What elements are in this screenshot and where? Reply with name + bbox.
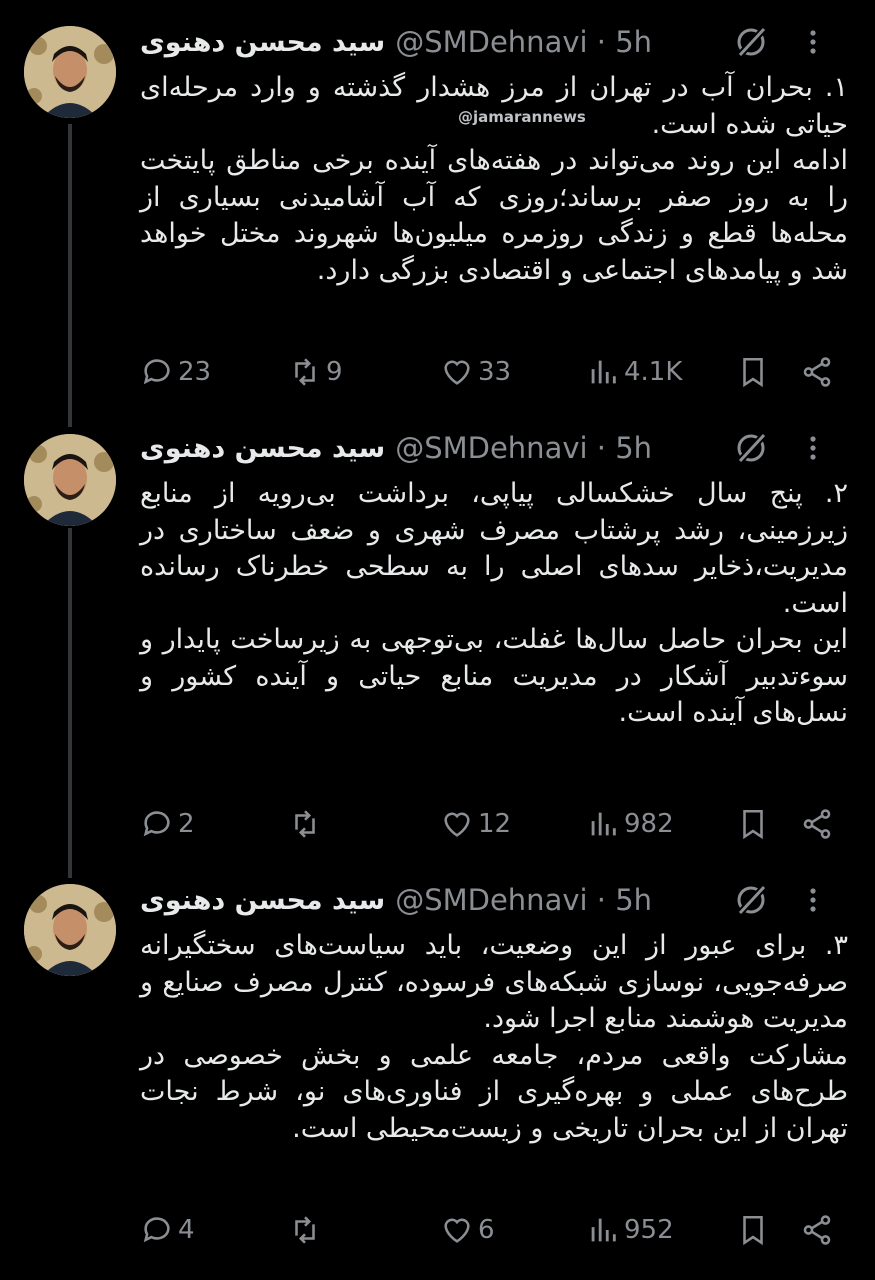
like-button[interactable]: 6 [440, 1210, 495, 1250]
views-button[interactable]: 952 [586, 1210, 674, 1250]
reply-icon [143, 811, 170, 837]
retweet-button[interactable] [288, 804, 326, 844]
retweet-icon [295, 810, 315, 838]
tweet-text: ۳. برای عبور از این وضعیت، باید سیاست‌ها… [140, 928, 848, 1147]
reply-icon [143, 1217, 170, 1243]
retweet-icon [295, 1216, 315, 1244]
tweet-paragraph: ادامه این روند می‌تواند در هفته‌های آیند… [140, 145, 848, 286]
author-name[interactable]: سید محسن دهنوی [140, 885, 385, 916]
bookmark-button[interactable] [736, 352, 770, 392]
avatar[interactable] [24, 434, 116, 526]
tweet-header: سید محسن دهنوی @SMDehnavi · 5h [140, 22, 855, 62]
tweet[interactable]: سید محسن دهنوی @SMDehnavi · 5h ۱. بحران … [0, 0, 875, 420]
avatar[interactable] [24, 884, 116, 976]
views-icon [591, 1218, 616, 1242]
share-icon [803, 809, 831, 839]
views-icon [591, 360, 616, 384]
tweet[interactable]: سید محسن دهنوی @SMDehnavi · 5h ۲. پنج سا… [0, 420, 875, 880]
heart-icon [444, 812, 470, 837]
bookmark-icon [743, 357, 763, 388]
retweet-count: 9 [326, 357, 343, 387]
author-handle[interactable]: @SMDehnavi · 5h [395, 883, 652, 917]
reply-count: 4 [178, 1215, 195, 1245]
tweet-text: ۱. بحران آب در تهران از مرز هشدار گذشته … [140, 70, 848, 289]
reply-button[interactable]: 2 [140, 804, 195, 844]
author-handle[interactable]: @SMDehnavi · 5h [395, 25, 652, 59]
reply-button[interactable]: 4 [140, 1210, 195, 1250]
retweet-button[interactable]: 9 [288, 352, 343, 392]
bookmark-icon [743, 1215, 763, 1246]
share-icon [803, 357, 831, 387]
reply-count: 2 [178, 809, 195, 839]
views-button[interactable]: 4.1K [586, 352, 682, 392]
avatar[interactable] [24, 26, 116, 118]
tweet-paragraph: ۳. برای عبور از این وضعیت، باید سیاست‌ها… [140, 930, 848, 1034]
grok-icon[interactable] [731, 22, 771, 62]
views-count: 952 [624, 1215, 674, 1245]
reply-button[interactable]: 23 [140, 352, 211, 392]
views-icon [591, 812, 616, 836]
author-name[interactable]: سید محسن دهنوی [140, 433, 385, 464]
tweet-paragraph: ۲. پنج سال خشکسالی پیاپی، برداشت بی‌رویه… [140, 478, 848, 619]
like-count: 33 [478, 357, 512, 387]
tweet-header: سید محسن دهنوی @SMDehnavi · 5h [140, 880, 855, 920]
tweet-paragraph: این بحران حاصل سال‌ها غفلت، بی‌توجهی به … [140, 624, 848, 728]
heart-icon [444, 1218, 470, 1243]
share-button[interactable] [800, 1210, 834, 1250]
more-icon[interactable] [799, 434, 827, 462]
retweet-button[interactable] [288, 1210, 326, 1250]
tweet-paragraph: ۱. بحران آب در تهران از مرز هشدار گذشته … [140, 72, 848, 140]
heart-icon [444, 360, 470, 385]
tweet[interactable]: سید محسن دهنوی @SMDehnavi · 5h ۳. برای ع… [0, 880, 875, 1280]
more-icon[interactable] [799, 28, 827, 56]
more-icon[interactable] [799, 886, 827, 914]
like-count: 12 [478, 809, 512, 839]
bookmark-button[interactable] [736, 804, 770, 844]
reply-count: 23 [178, 357, 212, 387]
retweet-icon [295, 358, 315, 386]
tweet-header: سید محسن دهنوی @SMDehnavi · 5h [140, 428, 855, 468]
like-count: 6 [478, 1215, 495, 1245]
bookmark-icon [743, 809, 763, 840]
share-button[interactable] [800, 352, 834, 392]
tweet-paragraph: مشارکت واقعی مردم، جامعه علمی و بخش خصوص… [140, 1039, 848, 1144]
grok-icon[interactable] [731, 880, 771, 920]
like-button[interactable]: 33 [440, 352, 511, 392]
reply-icon [143, 359, 170, 385]
author-handle[interactable]: @SMDehnavi · 5h [395, 431, 652, 465]
tweet-text: ۲. پنج سال خشکسالی پیاپی، برداشت بی‌رویه… [140, 476, 848, 732]
tweet-actions: 2 12 982 [140, 804, 848, 844]
watermark: @jamarannews [458, 108, 586, 126]
tweet-actions: 4 6 952 [140, 1210, 848, 1250]
share-icon [803, 1215, 831, 1245]
tweet-actions: 23 9 33 4.1K [140, 352, 848, 392]
views-count: 4.1K [624, 357, 683, 387]
grok-icon[interactable] [731, 428, 771, 468]
views-count: 982 [624, 809, 674, 839]
author-name[interactable]: سید محسن دهنوی [140, 27, 385, 58]
like-button[interactable]: 12 [440, 804, 511, 844]
views-button[interactable]: 982 [586, 804, 674, 844]
bookmark-button[interactable] [736, 1210, 770, 1250]
share-button[interactable] [800, 804, 834, 844]
